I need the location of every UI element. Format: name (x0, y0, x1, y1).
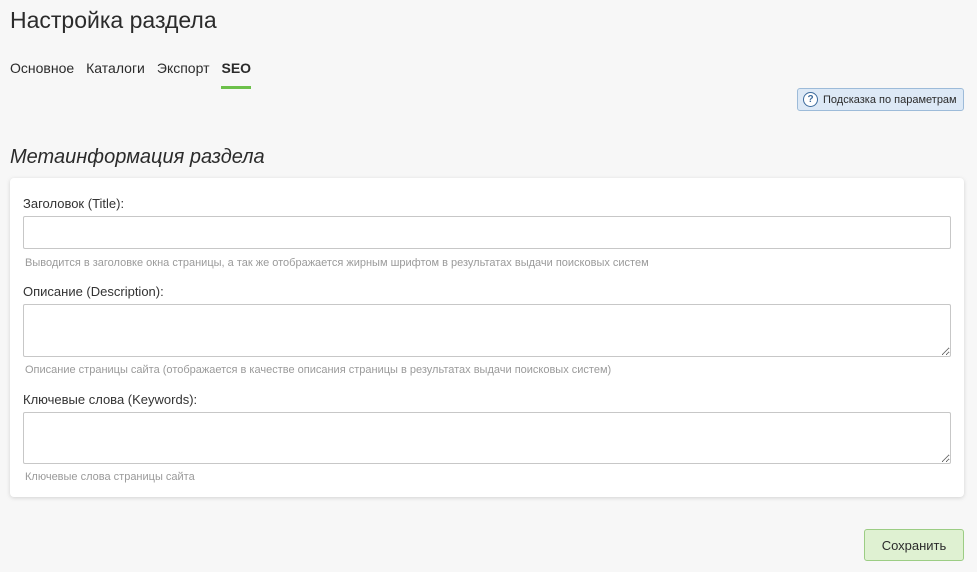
keywords-field-label: Ключевые слова (Keywords): (23, 392, 198, 407)
page-title: Настройка раздела (10, 7, 217, 33)
tab-basic[interactable]: Основное (10, 59, 74, 89)
title-input[interactable] (23, 216, 951, 249)
meta-info-card: Заголовок (Title): Выводится в заголовке… (10, 178, 964, 497)
page: Настройка раздела Основное Каталоги Эксп… (0, 0, 977, 572)
tab-export[interactable]: Экспорт (157, 59, 210, 89)
keywords-field-help: Ключевые слова страницы сайта (25, 471, 195, 483)
keywords-textarea[interactable] (23, 412, 951, 464)
description-field-label: Описание (Description): (23, 284, 164, 299)
description-field-help: Описание страницы сайта (отображается в … (25, 364, 612, 376)
tab-catalogs[interactable]: Каталоги (86, 59, 145, 89)
tab-seo[interactable]: SEO (221, 59, 252, 89)
help-circle-icon: ? (803, 92, 818, 107)
hint-button-label: Подсказка по параметрам (823, 93, 957, 106)
section-title: Метаинформация раздела (10, 146, 265, 168)
title-field-label: Заголовок (Title): (23, 196, 125, 211)
parameters-hint-button[interactable]: ? Подсказка по параметрам (797, 88, 964, 111)
save-button[interactable]: Сохранить (864, 529, 964, 561)
description-textarea[interactable] (23, 304, 951, 357)
tab-bar: Основное Каталоги Экспорт SEO (10, 59, 252, 89)
title-field-help: Выводится в заголовке окна страницы, а т… (25, 257, 649, 269)
